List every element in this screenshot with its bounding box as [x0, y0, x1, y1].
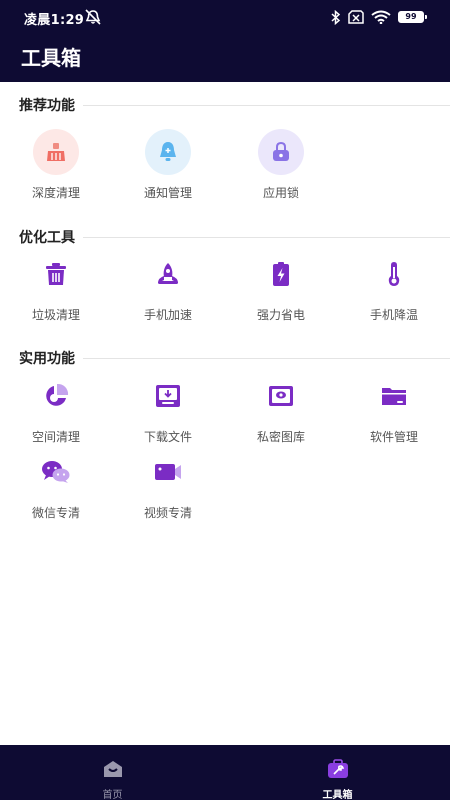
video-icon [155, 464, 181, 480]
toolbox-icon [327, 759, 348, 778]
section-utility: 实用功能 [19, 348, 450, 368]
broom-icon [33, 129, 79, 175]
divider [83, 236, 450, 238]
tool-label: 深度清理 [31, 186, 80, 200]
folder-icon [382, 388, 406, 405]
thermometer-icon [388, 262, 400, 286]
tab-toolbox[interactable]: 工具箱 [225, 745, 450, 800]
tool-deep-clean[interactable]: 深度清理 [0, 128, 112, 201]
status-time: 凌晨1:29 [24, 13, 85, 28]
no-sim-icon [348, 10, 364, 24]
battery-icon [273, 262, 289, 286]
status-icons: 99 [331, 9, 427, 25]
tool-download-files[interactable]: 下载文件 [112, 372, 224, 445]
lock-icon [258, 129, 304, 175]
status-bar: 凌晨1:29 99 [0, 0, 450, 34]
section-title: 推荐功能 [19, 98, 75, 114]
tool-label: 手机降温 [369, 308, 418, 322]
rocket-icon [158, 263, 178, 284]
tool-app-lock[interactable]: 应用锁 [225, 128, 337, 201]
bottom-tab-bar: 首页 工具箱 [0, 745, 450, 800]
battery-indicator: 99 [398, 11, 427, 23]
tool-label: 视频专清 [143, 506, 192, 520]
tool-label: 垃圾清理 [31, 308, 80, 322]
tool-label: 私密图库 [256, 430, 305, 444]
tool-wechat-clean[interactable]: 微信专清 [0, 448, 112, 521]
trash-icon [46, 263, 66, 285]
section-title: 实用功能 [19, 351, 75, 367]
tool-notification-manage[interactable]: 通知管理 [112, 128, 224, 201]
tool-space-clean[interactable]: 空间清理 [0, 372, 112, 445]
tab-home[interactable]: 首页 [0, 745, 225, 800]
tool-video-clean[interactable]: 视频专清 [112, 448, 224, 521]
tool-power-saving[interactable]: 强力省电 [225, 250, 337, 323]
page-title: 工具箱 [21, 46, 81, 70]
tab-label: 工具箱 [322, 790, 353, 800]
tab-label: 首页 [102, 790, 123, 800]
tool-junk-clean[interactable]: 垃圾清理 [0, 250, 112, 323]
divider [83, 104, 450, 106]
mute-icon [85, 9, 101, 25]
tool-label: 应用锁 [262, 186, 299, 200]
bluetooth-icon [331, 9, 341, 25]
wifi-icon [371, 10, 391, 24]
tool-phone-cooling[interactable]: 手机降温 [338, 250, 450, 323]
app-header: 凌晨1:29 99 工具箱 [0, 0, 450, 82]
tool-label: 软件管理 [369, 430, 418, 444]
tool-software-manage[interactable]: 软件管理 [338, 372, 450, 445]
tool-label: 空间清理 [31, 430, 80, 444]
tool-label: 强力省电 [256, 308, 305, 322]
section-recommended: 推荐功能 [19, 95, 450, 115]
home-icon [103, 761, 122, 777]
bell-icon [145, 129, 191, 175]
tool-label: 通知管理 [143, 186, 192, 200]
section-title: 优化工具 [19, 230, 75, 246]
tool-private-gallery[interactable]: 私密图库 [225, 372, 337, 445]
tool-phone-speedup[interactable]: 手机加速 [112, 250, 224, 323]
tool-label: 微信专清 [31, 506, 80, 520]
tool-label: 手机加速 [143, 308, 192, 322]
wechat-icon [42, 461, 70, 483]
pie-chart-icon [46, 383, 69, 406]
download-icon [156, 385, 180, 407]
divider [83, 357, 450, 359]
gallery-icon [269, 386, 293, 406]
section-optimize: 优化工具 [19, 227, 450, 247]
tool-label: 下载文件 [143, 430, 192, 444]
